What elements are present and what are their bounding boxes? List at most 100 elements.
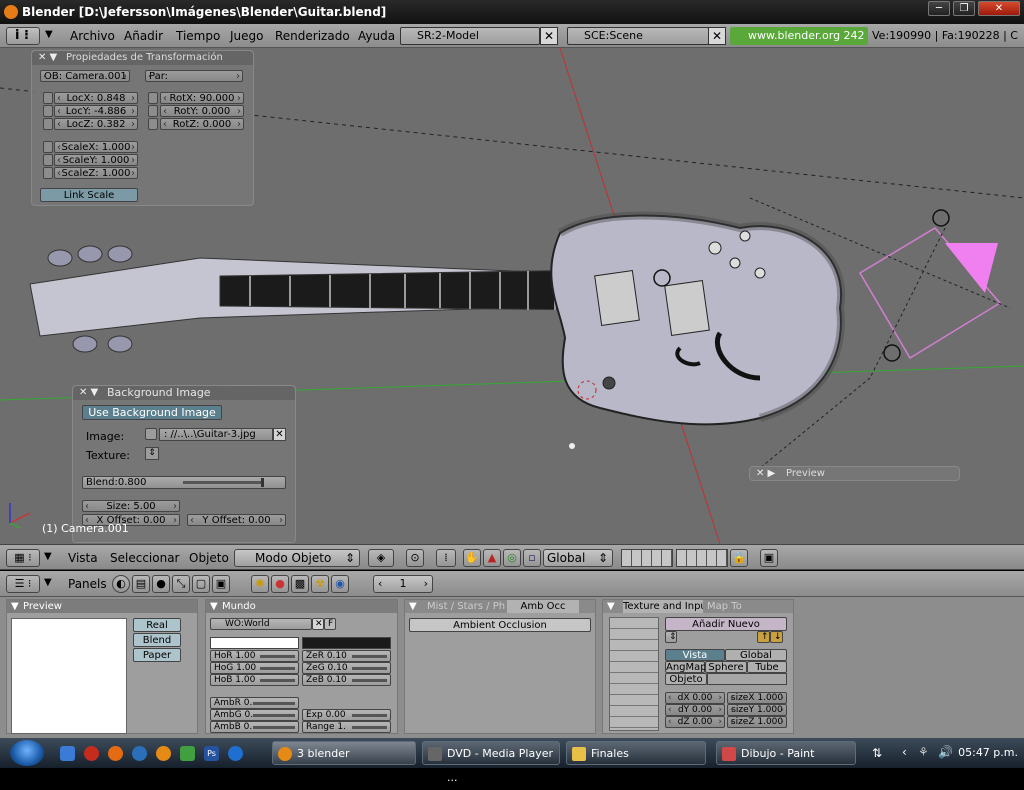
- orientation-selector[interactable]: Global ⇕: [543, 549, 613, 567]
- tab-amb-occ[interactable]: Amb Occ: [507, 600, 579, 613]
- rotate-icon[interactable]: ◎: [503, 549, 521, 567]
- explorer-icon[interactable]: [180, 746, 195, 761]
- material-buttons-icon[interactable]: ●: [271, 575, 289, 593]
- hog-slider[interactable]: HoG 1.00: [210, 662, 299, 674]
- world-unlink-button[interactable]: ✕: [312, 618, 324, 630]
- lock-icon[interactable]: [43, 92, 53, 104]
- hor-slider[interactable]: HoR 1.00: [210, 650, 299, 662]
- zeb-slider[interactable]: ZeB 0.10: [302, 674, 391, 686]
- sizez-field[interactable]: sizeZ 1.000: [727, 716, 787, 728]
- menu-anadir[interactable]: Añadir: [124, 29, 163, 43]
- menu-renderizado[interactable]: Renderizado: [275, 29, 350, 43]
- menu-vista[interactable]: Vista: [68, 551, 98, 565]
- panel-close-icon[interactable]: ✕ ▶: [756, 467, 775, 481]
- screen-selector[interactable]: SR:2-Model: [400, 27, 540, 45]
- lock-icon[interactable]: [43, 105, 53, 117]
- parent-field[interactable]: Par:: [145, 70, 243, 82]
- y-offset-field[interactable]: Y Offset: 0.00: [187, 514, 286, 526]
- scaley-field[interactable]: ScaleY: 1.000: [54, 154, 138, 166]
- link-scale-button[interactable]: Link Scale: [40, 188, 138, 202]
- texture-browse-button[interactable]: ⇕: [665, 631, 677, 643]
- scene-delete-button[interactable]: ✕: [708, 27, 726, 45]
- object-name-field[interactable]: OB: Camera.001: [40, 70, 130, 82]
- object-icon[interactable]: ⤡: [172, 575, 190, 593]
- coord-objeto-button[interactable]: Objeto: [665, 673, 707, 685]
- render-preview-icon[interactable]: ▣: [760, 549, 778, 567]
- layer-buttons-left[interactable]: [621, 549, 673, 567]
- object-name-field[interactable]: [707, 673, 787, 685]
- world-buttons-icon[interactable]: ◉: [331, 575, 349, 593]
- info-window-type-button[interactable]: i ⁝: [6, 27, 40, 45]
- world-name-field[interactable]: WO:World: [210, 618, 312, 630]
- texture-buttons-icon[interactable]: ▩: [291, 575, 309, 593]
- world-fake-user-button[interactable]: F: [324, 618, 336, 630]
- coord-angmap-button[interactable]: AngMap: [665, 661, 707, 673]
- scale-icon[interactable]: ▫: [523, 549, 541, 567]
- panel-close-icon[interactable]: ✕ ▼: [79, 386, 98, 400]
- locz-field[interactable]: LocZ: 0.382: [54, 118, 138, 130]
- texture-paste-button[interactable]: ↓: [770, 631, 783, 643]
- panel-close-icon[interactable]: ✕ ▼: [38, 51, 57, 65]
- scene-icon[interactable]: ▣: [212, 575, 230, 593]
- lock-icon[interactable]: [43, 118, 53, 130]
- coord-global-button[interactable]: Global: [725, 649, 787, 661]
- lock-icon[interactable]: [148, 118, 158, 130]
- tab-texture-input[interactable]: Texture and Inpu: [623, 600, 703, 613]
- menu-juego[interactable]: Juego: [230, 29, 264, 43]
- minimize-button[interactable]: ─: [928, 1, 950, 16]
- ambb-slider[interactable]: AmbB 0.: [210, 721, 299, 733]
- collapse-triangle-icon[interactable]: ▼: [44, 577, 52, 588]
- tray-expand-icon[interactable]: ‹: [902, 745, 907, 759]
- menu-objeto[interactable]: Objeto: [189, 551, 229, 565]
- image-path-field[interactable]: : //..\..\Guitar-3.jpg: [159, 428, 273, 441]
- tab-map-to[interactable]: Map To: [707, 600, 742, 613]
- logic-icon[interactable]: ◐: [112, 575, 130, 593]
- coord-sphere-button[interactable]: Sphere: [705, 661, 747, 673]
- editing-icon[interactable]: ▢: [192, 575, 210, 593]
- scalex-field[interactable]: ScaleX: 1.000: [54, 141, 138, 153]
- close-button[interactable]: ✕: [978, 1, 1020, 16]
- lock-icon[interactable]: [43, 154, 53, 166]
- taskbar-clock[interactable]: 05:47 p.m.: [958, 746, 1018, 759]
- taskbar-item-blender[interactable]: 3 blender: [272, 741, 416, 765]
- hand-icon[interactable]: ✋: [463, 549, 481, 567]
- menu-ayuda[interactable]: Ayuda: [358, 29, 395, 43]
- collapse-triangle-icon[interactable]: ▼: [45, 29, 53, 40]
- preview-blend-button[interactable]: Blend: [133, 633, 181, 647]
- dz-field[interactable]: dZ 0.00: [665, 716, 725, 728]
- lock-icon[interactable]: [148, 92, 158, 104]
- scalez-field[interactable]: ScaleZ: 1.000: [54, 167, 138, 179]
- zer-slider[interactable]: ZeR 0.10: [302, 650, 391, 662]
- texture-selector[interactable]: ⇕: [145, 447, 159, 460]
- range-slider[interactable]: Range 1.: [302, 721, 391, 733]
- frame-field[interactable]: ‹ 1 ›: [373, 575, 433, 593]
- lock-icon[interactable]: [148, 105, 158, 117]
- rotz-field[interactable]: RotZ: 0.000: [160, 118, 244, 130]
- use-background-image-button[interactable]: Use Background Image: [82, 405, 222, 420]
- translate-icon[interactable]: ▲: [483, 549, 501, 567]
- menu-seleccionar[interactable]: Seleccionar: [110, 551, 179, 565]
- scene-selector[interactable]: SCE:Scene: [567, 27, 709, 45]
- tab-mist-stars[interactable]: Mist / Stars / Ph: [427, 600, 505, 613]
- ambr-slider[interactable]: AmbR 0.: [210, 697, 299, 709]
- menu-tiempo[interactable]: Tiempo: [176, 29, 220, 43]
- dx-field[interactable]: dX 0.00: [665, 692, 725, 704]
- firefox-icon[interactable]: [108, 746, 123, 761]
- coord-tube-button[interactable]: Tube: [747, 661, 787, 673]
- ambient-occlusion-toggle[interactable]: Ambient Occlusion: [409, 618, 591, 632]
- image-browse-icon[interactable]: [145, 428, 157, 440]
- blender-quicklaunch-icon[interactable]: [156, 746, 171, 761]
- lock-icon[interactable]: [43, 167, 53, 179]
- maximize-button[interactable]: ❐: [953, 1, 975, 16]
- add-new-texture-button[interactable]: Añadir Nuevo: [665, 617, 787, 631]
- zeg-slider[interactable]: ZeG 0.10: [302, 662, 391, 674]
- network-icon[interactable]: ⇅: [872, 746, 882, 760]
- media-player-icon[interactable]: [132, 746, 147, 761]
- photoshop-icon[interactable]: Ps: [204, 746, 219, 761]
- taskbar-item-paint[interactable]: Dibujo - Paint: [716, 741, 856, 765]
- tray-app-icon[interactable]: ⚘: [918, 745, 929, 759]
- pivot-icon[interactable]: ⊙: [406, 549, 424, 567]
- rotx-field[interactable]: RotX: 90.000: [160, 92, 244, 104]
- preview-real-button[interactable]: Real: [133, 618, 181, 632]
- blend-slider[interactable]: Blend:0.800: [82, 476, 286, 489]
